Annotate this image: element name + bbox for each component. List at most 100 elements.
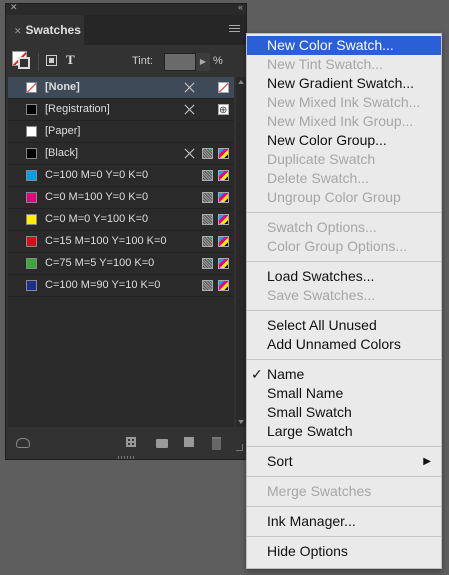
menu-item-new-tint-swatch: New Tint Swatch... bbox=[247, 55, 441, 74]
stroke-swatch-icon[interactable] bbox=[18, 57, 30, 69]
menu-item-new-color-swatch[interactable]: New Color Swatch... bbox=[247, 36, 441, 55]
swatches-panel-menu: New Color Swatch... New Tint Swatch... New… bbox=[246, 33, 442, 569]
menu-item-save-swatches: Save Swatches... bbox=[247, 286, 441, 305]
menu-item-new-mixed-ink-group: New Mixed Ink Group... bbox=[247, 112, 441, 131]
swatch-row[interactable]: [Registration] bbox=[8, 99, 234, 121]
tab-close-icon[interactable]: ✕ bbox=[14, 26, 22, 36]
menu-item-label: Color Group Options... bbox=[267, 238, 408, 254]
scroll-up-icon[interactable] bbox=[238, 80, 244, 84]
process-color-icon bbox=[202, 192, 213, 203]
menu-separator bbox=[247, 446, 441, 447]
formatting-container-icon[interactable] bbox=[46, 55, 57, 66]
process-color-icon bbox=[202, 214, 213, 225]
menu-separator bbox=[247, 310, 441, 311]
close-icon[interactable]: ✕ bbox=[10, 2, 18, 13]
swatch-color-chip bbox=[26, 104, 37, 115]
toolbar-divider bbox=[38, 53, 39, 71]
swatch-row[interactable]: C=100 M=90 Y=10 K=0 bbox=[8, 275, 234, 297]
process-color-icon bbox=[202, 170, 213, 181]
menu-item-new-gradient-swatch[interactable]: New Gradient Swatch... bbox=[247, 74, 441, 93]
delete-swatch-icon[interactable] bbox=[212, 437, 221, 450]
menu-item-ink-manager[interactable]: Ink Manager... bbox=[247, 512, 441, 531]
non-editable-icon bbox=[184, 82, 195, 93]
swatch-name: C=0 M=100 Y=0 K=0 bbox=[45, 191, 149, 203]
tint-percent-unit: % bbox=[213, 55, 223, 67]
menu-item-select-all-unused[interactable]: Select All Unused bbox=[247, 316, 441, 335]
tint-input[interactable] bbox=[164, 53, 196, 71]
menu-item-label: Swatch Options... bbox=[267, 219, 377, 235]
menu-item-small-swatch[interactable]: Small Swatch bbox=[247, 403, 441, 422]
swatch-row[interactable]: C=0 M=100 Y=0 K=0 bbox=[8, 187, 234, 209]
swatch-row[interactable]: C=75 M=5 Y=100 K=0 bbox=[8, 253, 234, 275]
show-swatch-kinds-icon[interactable] bbox=[126, 437, 136, 447]
hamburger-line bbox=[229, 31, 240, 32]
cmyk-mode-icon bbox=[218, 280, 229, 291]
swatch-color-chip bbox=[26, 148, 37, 159]
submenu-arrow-icon: ▶ bbox=[423, 456, 431, 467]
menu-item-load-swatches[interactable]: Load Swatches... bbox=[247, 267, 441, 286]
new-swatch-icon[interactable] bbox=[184, 437, 194, 447]
menu-item-hide-options[interactable]: Hide Options bbox=[247, 542, 441, 561]
menu-item-label: New Gradient Swatch... bbox=[267, 75, 415, 91]
swatch-color-chip bbox=[26, 82, 37, 93]
menu-item-label: Small Swatch bbox=[267, 404, 352, 420]
menu-item-label: Small Name bbox=[267, 385, 344, 401]
menu-item-large-swatch[interactable]: Large Swatch bbox=[247, 422, 441, 441]
swatch-list: [None] [Registration] [Paper] [Black] C=100 … bbox=[8, 77, 234, 427]
cmyk-mode-icon bbox=[218, 214, 229, 225]
menu-item-label: Large Swatch bbox=[267, 423, 353, 439]
menu-item-new-color-group[interactable]: New Color Group... bbox=[247, 131, 441, 150]
menu-item-delete-swatch: Delete Swatch... bbox=[247, 169, 441, 188]
menu-item-label: Ink Manager... bbox=[267, 513, 356, 529]
panel-menu-button[interactable] bbox=[229, 25, 240, 34]
resize-handle-icon[interactable] bbox=[236, 444, 243, 451]
menu-separator bbox=[247, 359, 441, 360]
cmyk-mode-icon bbox=[218, 148, 229, 159]
cmyk-mode-icon bbox=[218, 170, 229, 181]
hamburger-line bbox=[229, 28, 240, 29]
process-color-icon bbox=[202, 236, 213, 247]
menu-item-label: New Mixed Ink Group... bbox=[267, 113, 414, 129]
swatch-name: C=75 M=5 Y=100 K=0 bbox=[45, 257, 155, 269]
swatch-name: C=100 M=0 Y=0 K=0 bbox=[45, 169, 149, 181]
registration-icon bbox=[218, 104, 229, 115]
menu-item-label: Sort bbox=[267, 453, 293, 469]
menu-item-sort[interactable]: Sort ▶ bbox=[247, 452, 441, 471]
swatch-row[interactable]: C=100 M=0 Y=0 K=0 bbox=[8, 165, 234, 187]
new-color-group-icon[interactable] bbox=[156, 439, 168, 448]
swatch-row[interactable]: [Black] bbox=[8, 143, 234, 165]
tab-swatches[interactable]: ✕ Swatches bbox=[6, 15, 84, 45]
swatch-row[interactable]: C=15 M=100 Y=100 K=0 bbox=[8, 231, 234, 253]
none-swatch-icon bbox=[218, 82, 229, 93]
swatch-name: C=15 M=100 Y=100 K=0 bbox=[45, 235, 167, 247]
menu-item-small-name[interactable]: Small Name bbox=[247, 384, 441, 403]
scroll-down-icon[interactable] bbox=[238, 420, 244, 424]
cc-library-icon[interactable] bbox=[16, 438, 30, 448]
swatch-row[interactable]: [Paper] bbox=[8, 121, 234, 143]
formatting-text-icon[interactable]: T bbox=[66, 52, 75, 68]
menu-item-ungroup-color-group: Ungroup Color Group bbox=[247, 188, 441, 207]
menu-item-label: Ungroup Color Group bbox=[267, 189, 401, 205]
tint-slider-toggle-icon[interactable]: ▶ bbox=[196, 53, 210, 71]
menu-item-color-group-options: Color Group Options... bbox=[247, 237, 441, 256]
swatch-color-chip bbox=[26, 280, 37, 291]
swatch-row[interactable]: [None] bbox=[8, 77, 234, 99]
fill-stroke-icon[interactable] bbox=[12, 51, 32, 71]
menu-item-label: New Tint Swatch... bbox=[267, 56, 383, 72]
cmyk-mode-icon bbox=[218, 236, 229, 247]
swatch-name: [None] bbox=[45, 81, 80, 93]
menu-item-merge-swatches: Merge Swatches bbox=[247, 482, 441, 501]
panel-grip-icon[interactable] bbox=[118, 456, 136, 459]
swatch-list-scrollbar[interactable] bbox=[236, 77, 246, 427]
cmyk-mode-icon bbox=[218, 192, 229, 203]
menu-item-new-mixed-ink-swatch: New Mixed Ink Swatch... bbox=[247, 93, 441, 112]
menu-item-add-unnamed-colors[interactable]: Add Unnamed Colors bbox=[247, 335, 441, 354]
non-editable-icon bbox=[184, 104, 195, 115]
swatch-name: C=100 M=90 Y=10 K=0 bbox=[45, 279, 161, 291]
checkmark-icon: ✓ bbox=[251, 366, 263, 382]
menu-item-duplicate-swatch: Duplicate Swatch bbox=[247, 150, 441, 169]
collapse-panel-icon[interactable]: ‹‹ bbox=[238, 2, 243, 12]
swatch-row[interactable]: C=0 M=0 Y=100 K=0 bbox=[8, 209, 234, 231]
swatch-color-chip bbox=[26, 236, 37, 247]
menu-item-name[interactable]: ✓ Name bbox=[247, 365, 441, 384]
